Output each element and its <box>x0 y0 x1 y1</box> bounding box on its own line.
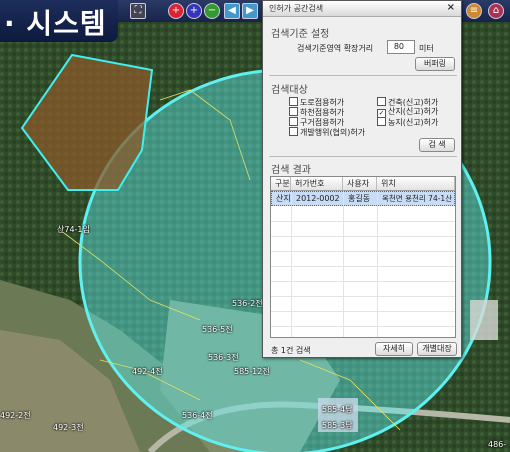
map-label: 492-2전 <box>0 411 31 420</box>
checkbox-label: 산지(신고)허가 <box>388 107 439 116</box>
checkbox-ditch-permit[interactable]: 구거점용허가 <box>289 117 344 127</box>
checkbox-box[interactable] <box>377 97 386 106</box>
results-table: 구분 허가번호 사용자 위치 산지 2012-0002 홍길동 옥천면 용천리 … <box>270 176 456 338</box>
cell-permit-no: 2012-0002 <box>296 194 340 203</box>
checkbox-label: 개발행위(협의)허가 <box>300 128 366 137</box>
result-count: 총 1건 검색 <box>271 346 311 355</box>
map-label: 536-5전 <box>202 325 233 334</box>
app-title: · 시스템 <box>4 7 107 40</box>
grid-line <box>271 326 455 327</box>
arrow-left-icon[interactable]: ◀ <box>224 3 240 19</box>
individual-ledger-button[interactable]: 개별대장 <box>417 342 457 356</box>
grid-line <box>271 296 455 297</box>
checkbox-building-permit[interactable]: 건축(신고)허가 <box>377 97 438 107</box>
map-label: 585-4답 <box>322 405 353 414</box>
grid-line <box>271 311 455 312</box>
grid-line <box>271 221 455 222</box>
grid-line <box>271 251 455 252</box>
column-header[interactable]: 허가번호 <box>291 177 343 191</box>
search-button[interactable]: 검 색 <box>419 138 455 152</box>
cell-type: 산지 <box>276 194 291 203</box>
grid-line <box>343 191 344 337</box>
map-label: 536-4전 <box>182 411 213 420</box>
map-label: 492-3전 <box>53 423 84 432</box>
range-label: 검색기준영역 확장거리 <box>297 44 374 53</box>
checkbox-label: 농지(신고)허가 <box>388 118 439 127</box>
grid-line <box>271 266 455 267</box>
grid-line <box>271 281 455 282</box>
cell-location: 옥천면 용천리 74-1산 <box>382 194 453 203</box>
app-header: · 시스템 <box>0 0 118 42</box>
checkbox-box[interactable] <box>377 117 386 126</box>
map-label: 536-2전 <box>232 299 263 308</box>
section-title-targets: 검색대상 <box>271 85 308 96</box>
section-title-criteria: 검색기준 설정 <box>271 29 330 40</box>
section-title-results: 검색 결과 <box>271 165 311 176</box>
checkbox-river-permit[interactable]: 하천점용허가 <box>289 107 344 117</box>
checkbox-box[interactable] <box>289 117 298 126</box>
checkbox-road-permit[interactable]: 도로점용허가 <box>289 97 344 107</box>
table-row[interactable]: 산지 2012-0002 홍길동 옥천면 용천리 74-1산 <box>271 191 455 206</box>
range-unit: 미터 <box>419 44 434 53</box>
home-icon[interactable]: ⌂ <box>488 3 504 19</box>
map-label: 585-3답 <box>322 421 353 430</box>
fullscreen-icon[interactable]: ⛶ <box>130 3 146 19</box>
column-header[interactable]: 위치 <box>377 177 455 191</box>
column-header[interactable]: 사용자 <box>343 177 377 191</box>
cell-user: 홍길동 <box>348 194 371 203</box>
permit-spatial-search-dialog: 인허가 공간검색 × 검색기준 설정 검색기준영역 확장거리 80 미터 버퍼링… <box>262 0 462 358</box>
arrow-right-icon[interactable]: ▶ <box>242 3 258 19</box>
close-icon[interactable]: × <box>447 2 455 13</box>
dialog-titlebar[interactable]: 인허가 공간검색 × <box>263 1 461 17</box>
checkbox-label: 구거점용허가 <box>300 118 345 127</box>
checkbox-label: 건축(신고)허가 <box>388 98 439 107</box>
checkbox-development-permit[interactable]: 개발행위(협의)허가 <box>289 127 365 137</box>
checkbox-farmland-permit[interactable]: 농지(신고)허가 <box>377 117 438 127</box>
range-input[interactable]: 80 <box>387 40 415 54</box>
zoom-in-icon[interactable]: + <box>168 3 184 19</box>
grid-line <box>377 191 378 337</box>
dialog-title: 인허가 공간검색 <box>269 4 324 13</box>
map-label: 536-3전 <box>208 353 239 362</box>
checkbox-label: 도로점용허가 <box>300 98 345 107</box>
right-building <box>470 300 498 340</box>
grid-line <box>291 191 292 337</box>
checkbox-box[interactable] <box>289 107 298 116</box>
divider <box>269 156 457 157</box>
checkbox-label: 하천점용허가 <box>300 108 345 117</box>
map-label: 585-12전 <box>234 367 270 376</box>
buffer-button[interactable]: 버퍼링 <box>415 57 455 71</box>
map-label: 492-4전 <box>132 367 163 376</box>
zoom-in-blue-icon[interactable]: + <box>186 3 202 19</box>
divider <box>269 75 457 76</box>
detail-button[interactable]: 자세히 <box>375 342 413 356</box>
grid-line <box>271 236 455 237</box>
map-label: 산74-1임 <box>57 225 90 234</box>
zoom-out-icon[interactable]: − <box>204 3 220 19</box>
layers-icon[interactable]: ≡ <box>466 3 482 19</box>
checkbox-box[interactable] <box>289 97 298 106</box>
column-header[interactable]: 구분 <box>271 177 291 191</box>
checkbox-box[interactable] <box>289 127 298 136</box>
map-label: 486- <box>488 440 507 449</box>
